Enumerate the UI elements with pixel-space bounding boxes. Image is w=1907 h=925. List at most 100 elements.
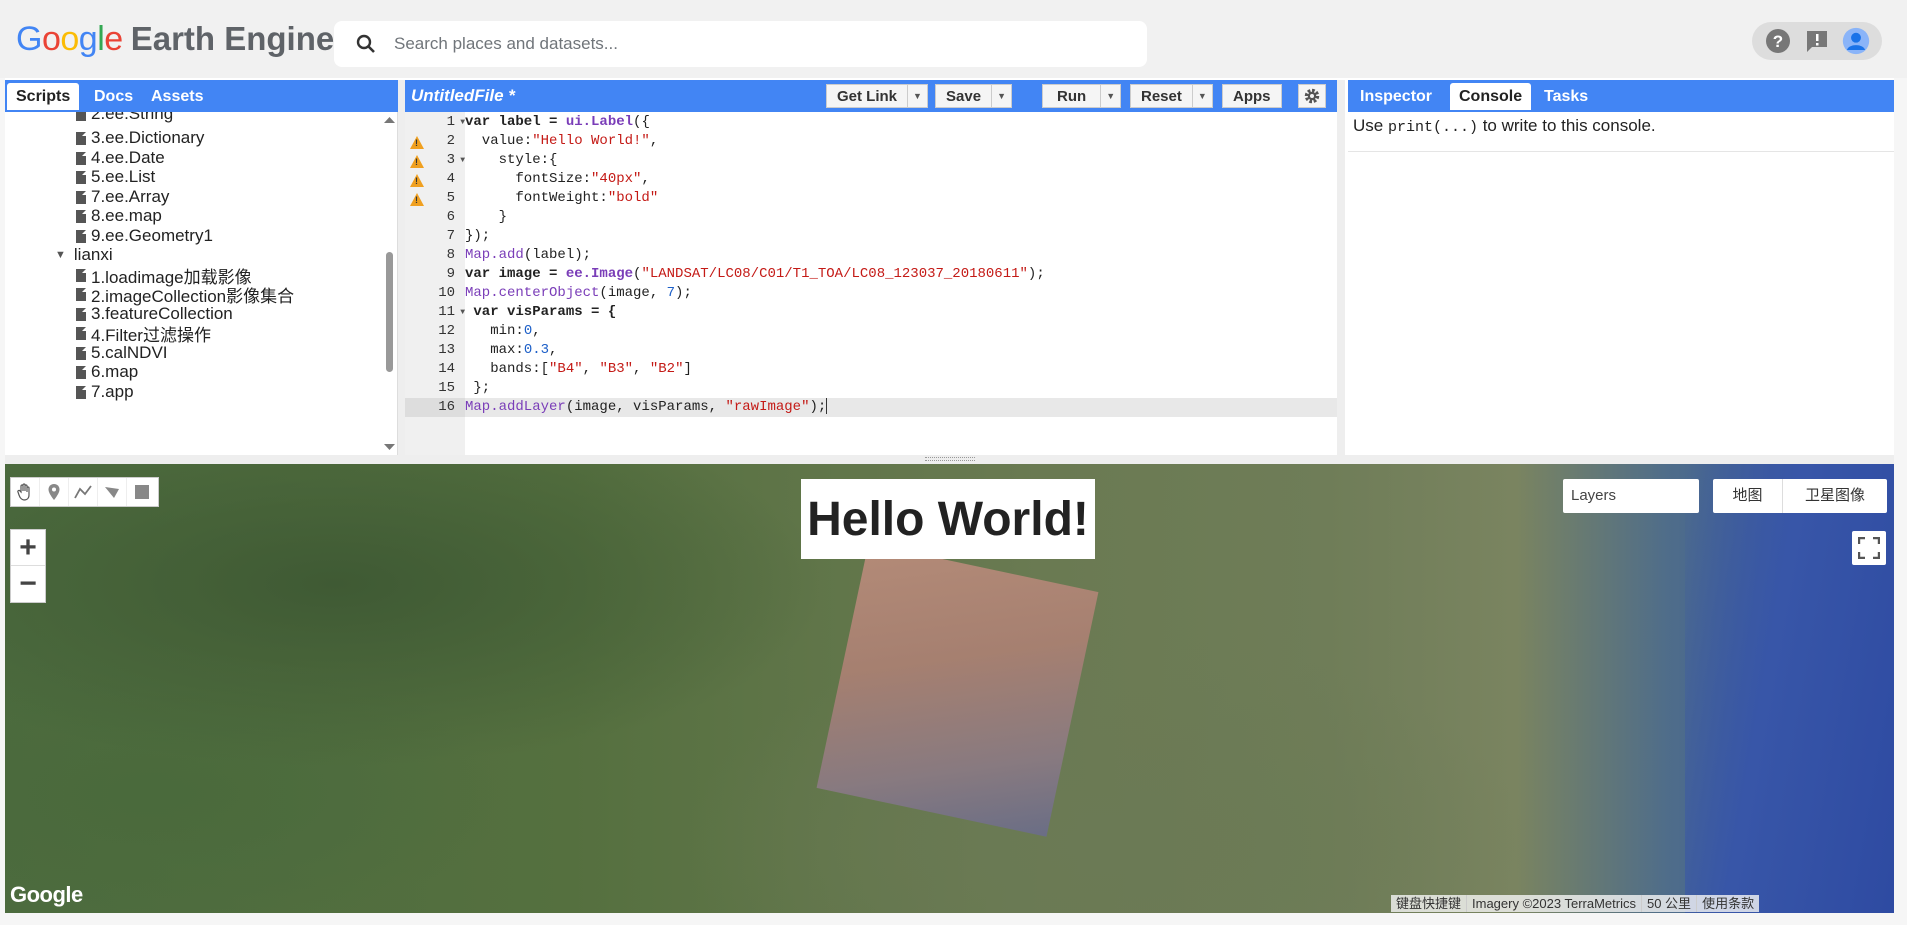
line-number: 6 bbox=[446, 209, 455, 225]
polyline-icon[interactable] bbox=[69, 478, 98, 506]
caret-down-icon[interactable]: ▼ bbox=[55, 249, 66, 261]
file-icon bbox=[76, 112, 86, 121]
tree-scrollbar[interactable] bbox=[381, 112, 398, 455]
vertical-splitter-right[interactable] bbox=[1337, 80, 1345, 455]
search-box[interactable] bbox=[334, 21, 1147, 67]
reset-label: Reset bbox=[1141, 87, 1182, 105]
account-avatar-icon[interactable] bbox=[1842, 27, 1870, 55]
tree-file-label: 8.ee.map bbox=[91, 206, 162, 225]
scale-label: 50 公里 bbox=[1640, 895, 1696, 912]
tab-inspector[interactable]: Inspector bbox=[1351, 83, 1441, 110]
map-label-hello-world: Hello World! bbox=[801, 479, 1095, 559]
keyboard-shortcuts-link[interactable]: 键盘快捷键 bbox=[1391, 895, 1466, 912]
scroll-down-icon[interactable] bbox=[384, 443, 395, 451]
get-link-button[interactable]: Get Link ▼ bbox=[826, 84, 929, 108]
caret-down-icon[interactable]: ▼ bbox=[907, 85, 927, 107]
file-icon bbox=[76, 190, 86, 204]
zoom-control: + − bbox=[10, 529, 46, 603]
caret-down-icon[interactable]: ▼ bbox=[1191, 85, 1212, 107]
save-button[interactable]: Save ▼ bbox=[935, 84, 1013, 108]
line-number: 9 bbox=[446, 266, 455, 282]
tree-file-label: 2.ee.String bbox=[91, 112, 174, 123]
code-line[interactable]: }); bbox=[465, 227, 1337, 246]
scrollbar-thumb[interactable] bbox=[386, 252, 393, 372]
apps-button[interactable]: Apps bbox=[1222, 84, 1282, 108]
code-line[interactable]: min:0, bbox=[465, 322, 1337, 341]
zoom-out-button[interactable]: − bbox=[11, 566, 45, 602]
marker-icon[interactable] bbox=[40, 478, 69, 506]
tab-assets[interactable]: Assets bbox=[142, 83, 212, 110]
tree-file-label: 7.app bbox=[91, 382, 134, 401]
zoom-in-button[interactable]: + bbox=[11, 530, 45, 566]
help-icon[interactable]: ? bbox=[1764, 27, 1792, 55]
code-editor-panel: UntitledFile * Get Link ▼ Save ▼ Run ▼ Rese… bbox=[405, 80, 1337, 455]
code-line[interactable]: var label = ui.Label({ bbox=[465, 113, 1337, 132]
file-icon bbox=[76, 209, 86, 223]
splitter-grip[interactable] bbox=[925, 457, 975, 461]
line-number: 8 bbox=[446, 247, 455, 263]
fullscreen-icon[interactable] bbox=[1852, 531, 1886, 565]
map-type-satellite-button[interactable]: 卫星图像 bbox=[1783, 479, 1887, 513]
code-line[interactable]: fontWeight:"bold" bbox=[465, 189, 1337, 208]
file-title[interactable]: UntitledFile * bbox=[411, 80, 515, 112]
code-line[interactable]: var image = ee.Image("LANDSAT/LC08/C01/T… bbox=[465, 265, 1337, 284]
code-line[interactable]: bands:["B4", "B3", "B2"] bbox=[465, 360, 1337, 379]
rectangle-icon[interactable] bbox=[127, 478, 156, 506]
tab-docs[interactable]: Docs bbox=[85, 83, 142, 110]
console-divider bbox=[1348, 151, 1894, 152]
code-line[interactable]: var visParams = { bbox=[465, 303, 1337, 322]
line-number: 4 bbox=[446, 171, 455, 187]
tree-file[interactable]: 2.ee.String bbox=[76, 112, 173, 126]
caret-down-icon[interactable]: ▼ bbox=[991, 85, 1011, 107]
reset-button[interactable]: Reset ▼ bbox=[1130, 84, 1213, 108]
scroll-up-icon[interactable] bbox=[384, 116, 395, 124]
file-icon bbox=[76, 385, 86, 399]
code-line[interactable]: Map.centerObject(image, 7); bbox=[465, 284, 1337, 303]
line-number: 10 bbox=[438, 285, 455, 301]
terms-link[interactable]: 使用条款 bbox=[1696, 895, 1759, 912]
scripts-panel: Scripts Docs Assets 2.ee.String 3.ee.Dic… bbox=[5, 80, 398, 455]
code-line-current[interactable]: Map.addLayer(image, visParams, "rawImage… bbox=[465, 398, 1337, 417]
map-type-control: 地图 卫星图像 bbox=[1713, 479, 1887, 513]
settings-gear-icon[interactable] bbox=[1298, 84, 1326, 108]
run-button[interactable]: Run ▼ bbox=[1042, 84, 1122, 108]
code-line[interactable]: value:"Hello World!", bbox=[465, 132, 1337, 151]
code-line[interactable]: fontSize:"40px", bbox=[465, 170, 1337, 189]
code-line[interactable]: Map.add(label); bbox=[465, 246, 1337, 265]
code-area[interactable]: var label = ui.Label({ value:"Hello Worl… bbox=[465, 112, 1337, 455]
pan-hand-icon[interactable] bbox=[11, 478, 40, 506]
layers-button[interactable]: Layers bbox=[1563, 479, 1699, 513]
file-icon bbox=[76, 131, 86, 145]
svg-text:?: ? bbox=[1772, 32, 1782, 51]
caret-down-icon[interactable]: ▼ bbox=[1100, 85, 1120, 107]
console-message: Use print(...) to write to this console. bbox=[1353, 116, 1656, 136]
search-input[interactable] bbox=[394, 34, 994, 54]
search-icon[interactable] bbox=[344, 21, 388, 67]
apps-label: Apps bbox=[1233, 87, 1271, 105]
tree-file-label: 5.ee.List bbox=[91, 167, 156, 186]
window-frame-bottom bbox=[0, 913, 1907, 925]
line-number: 3 ▼ bbox=[446, 152, 465, 168]
file-icon bbox=[76, 287, 86, 301]
google-wordmark: Google bbox=[16, 20, 123, 58]
line-number: 12 bbox=[438, 323, 455, 339]
code-line[interactable]: style:{ bbox=[465, 151, 1337, 170]
feedback-icon[interactable] bbox=[1803, 27, 1831, 55]
tree-file-label: 3.ee.Dictionary bbox=[91, 128, 205, 147]
tab-scripts[interactable]: Scripts bbox=[7, 83, 80, 110]
code-line[interactable]: max:0.3, bbox=[465, 341, 1337, 360]
tab-tasks[interactable]: Tasks bbox=[1535, 83, 1597, 110]
earth-engine-logo[interactable]: Google Earth Engine bbox=[16, 20, 334, 64]
file-icon bbox=[76, 307, 86, 321]
map-type-map-button[interactable]: 地图 bbox=[1713, 479, 1783, 513]
line-number-current: 16 bbox=[405, 398, 465, 417]
code-line[interactable]: }; bbox=[465, 379, 1337, 398]
code-line[interactable]: } bbox=[465, 208, 1337, 227]
horizontal-splitter[interactable] bbox=[5, 455, 1894, 464]
editor-header: UntitledFile * Get Link ▼ Save ▼ Run ▼ Rese… bbox=[405, 80, 1337, 112]
file-icon bbox=[76, 268, 86, 282]
tree-file[interactable]: 7.app bbox=[76, 380, 134, 404]
polygon-icon[interactable] bbox=[98, 478, 127, 506]
google-map-logo: Google bbox=[10, 882, 83, 907]
tab-console[interactable]: Console bbox=[1450, 83, 1532, 110]
